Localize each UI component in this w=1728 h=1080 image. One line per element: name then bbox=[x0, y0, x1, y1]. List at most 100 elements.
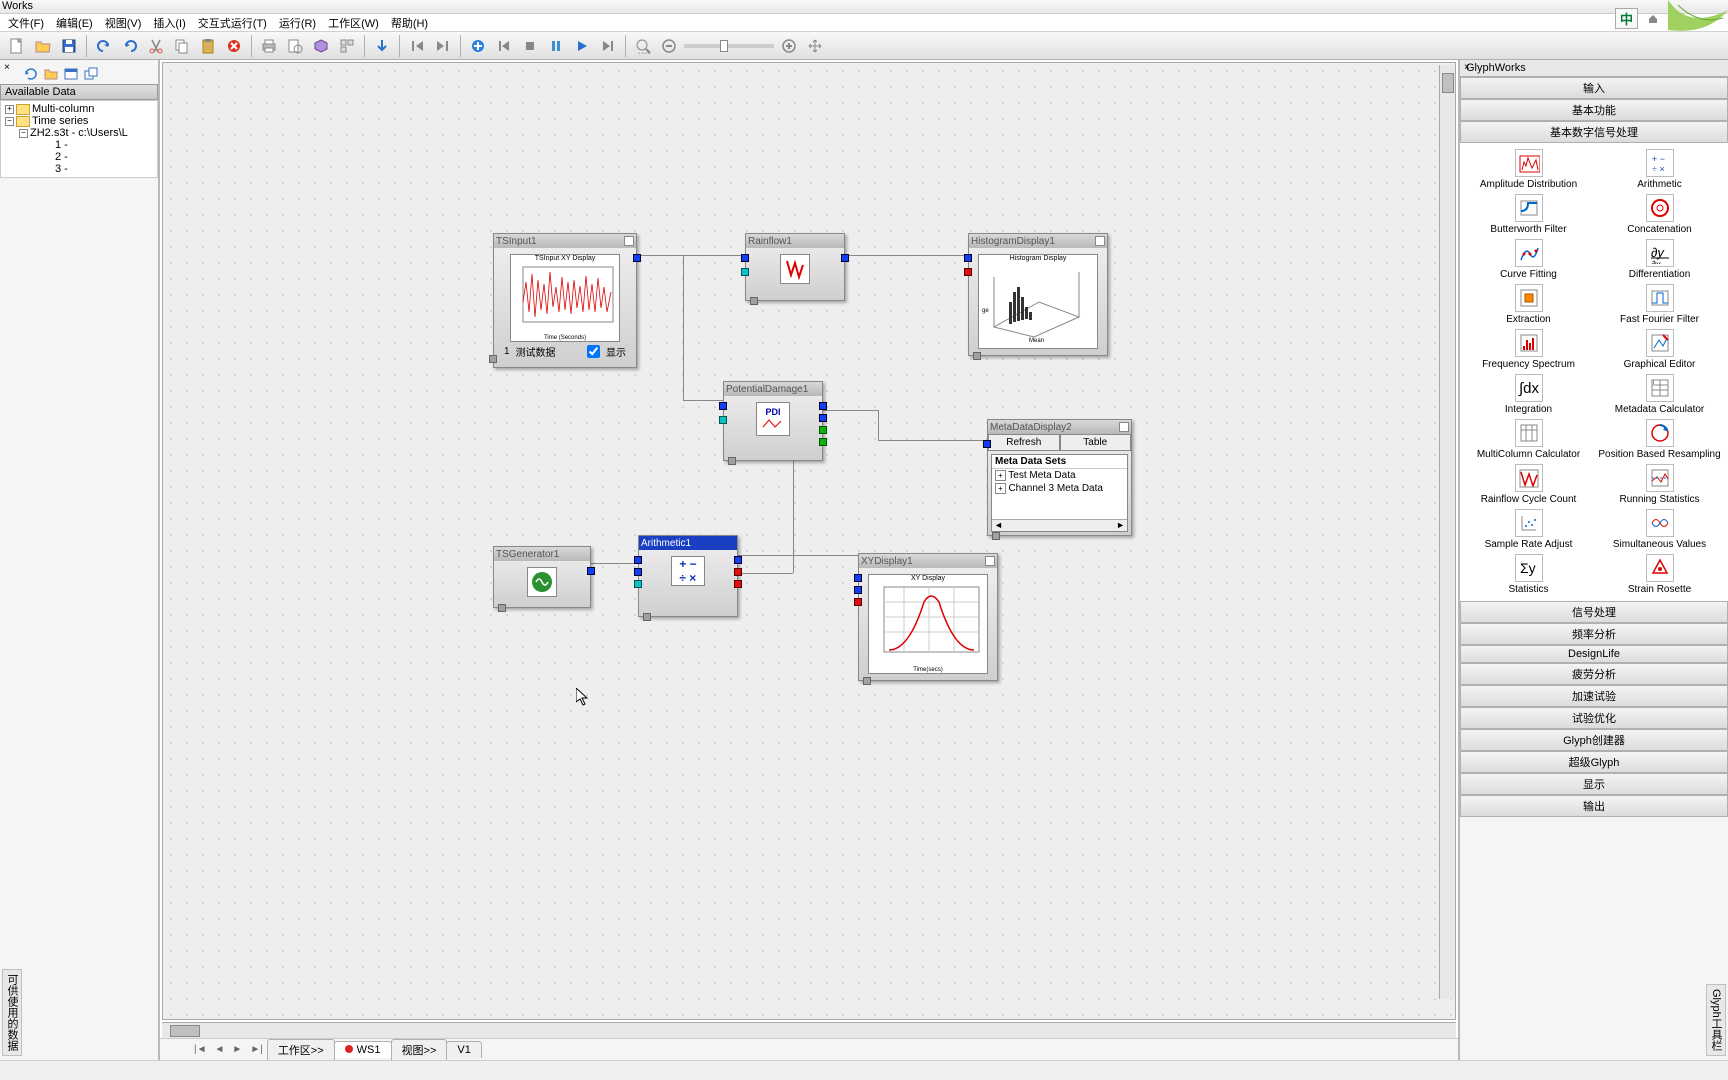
menu-workspace[interactable]: 工作区(W) bbox=[328, 15, 379, 31]
tool-graphical-editor[interactable]: Graphical Editor bbox=[1595, 329, 1724, 370]
menu-run[interactable]: 运行(R) bbox=[279, 15, 316, 31]
maximize-icon[interactable] bbox=[985, 556, 995, 566]
zoom-100-icon[interactable]: 100% bbox=[632, 35, 654, 57]
tab-nav-first[interactable]: |◄ bbox=[190, 1044, 211, 1055]
undo-icon[interactable] bbox=[93, 35, 115, 57]
canvas-hscroll[interactable] bbox=[162, 1022, 1456, 1038]
cat-basic[interactable]: 基本功能 bbox=[1460, 99, 1728, 121]
tab-nav-last[interactable]: ►| bbox=[246, 1044, 267, 1055]
stop-icon[interactable] bbox=[519, 35, 541, 57]
cat-optim[interactable]: 试验优化 bbox=[1460, 707, 1728, 729]
tab-nav-prev[interactable]: ◄ bbox=[211, 1044, 229, 1055]
cut-icon[interactable] bbox=[145, 35, 167, 57]
open-file-icon[interactable] bbox=[32, 35, 54, 57]
close-icon[interactable]: × bbox=[1464, 62, 1470, 73]
data-tree[interactable]: +Multi-column −Time series −ZH2.s3t - c:… bbox=[0, 100, 158, 178]
tool-simultaneous-values[interactable]: Simultaneous Values bbox=[1595, 509, 1724, 550]
add-icon[interactable] bbox=[467, 35, 489, 57]
step-forward-icon[interactable] bbox=[432, 35, 454, 57]
module-icon[interactable] bbox=[310, 35, 332, 57]
cat-display[interactable]: 显示 bbox=[1460, 773, 1728, 795]
skip-end-icon[interactable] bbox=[597, 35, 619, 57]
node-arithmetic1[interactable]: Arithmetic1 + −÷ × bbox=[638, 535, 738, 617]
node-metadatadisplay2[interactable]: MetaDataDisplay2 Refresh Table Meta Data… bbox=[987, 419, 1132, 536]
menu-file[interactable]: 文件(F) bbox=[8, 15, 44, 31]
menu-help[interactable]: 帮助(H) bbox=[391, 15, 428, 31]
tool-position-based-resampling[interactable]: Position Based Resampling bbox=[1595, 419, 1724, 460]
save-icon[interactable] bbox=[58, 35, 80, 57]
cat-super[interactable]: 超级Glyph bbox=[1460, 751, 1728, 773]
tool-integration[interactable]: ∫dxIntegration bbox=[1464, 374, 1593, 415]
node-histogramdisplay1[interactable]: HistogramDisplay1 Histogram Display bbox=[968, 233, 1108, 356]
workflow-canvas[interactable]: TSInput1 TSInput XY Display Time (Second… bbox=[162, 62, 1456, 1020]
refresh-button[interactable]: Refresh bbox=[988, 434, 1060, 451]
menu-edit[interactable]: 编辑(E) bbox=[56, 15, 93, 31]
tab-view-label[interactable]: 视图>> bbox=[391, 1039, 448, 1060]
cat-dsp[interactable]: 基本数字信号处理 bbox=[1460, 121, 1728, 143]
layout-icon[interactable] bbox=[336, 35, 358, 57]
menu-view[interactable]: 视图(V) bbox=[105, 15, 142, 31]
tab-v1[interactable]: V1 bbox=[446, 1041, 481, 1058]
windows-icon[interactable] bbox=[84, 67, 98, 81]
tool-multicolumn-calculator[interactable]: MultiColumn Calculator bbox=[1464, 419, 1593, 460]
display-checkbox[interactable] bbox=[587, 345, 600, 358]
maximize-icon[interactable] bbox=[1095, 236, 1105, 246]
cat-creator[interactable]: Glyph创建器 bbox=[1460, 729, 1728, 751]
zoom-out-icon[interactable] bbox=[658, 35, 680, 57]
paste-icon[interactable] bbox=[197, 35, 219, 57]
tool-amplitude-distribution[interactable]: Amplitude Distribution bbox=[1464, 149, 1593, 190]
play-icon[interactable] bbox=[571, 35, 593, 57]
scroll-h[interactable]: ◄► bbox=[992, 519, 1127, 531]
step-back-icon[interactable] bbox=[406, 35, 428, 57]
tab-nav-next[interactable]: ► bbox=[228, 1044, 246, 1055]
cat-signal[interactable]: 信号处理 bbox=[1460, 601, 1728, 623]
menu-insert[interactable]: 插入(I) bbox=[153, 15, 185, 31]
print-preview-icon[interactable] bbox=[284, 35, 306, 57]
maximize-icon[interactable] bbox=[1119, 422, 1129, 432]
tool-frequency-spectrum[interactable]: Frequency Spectrum bbox=[1464, 329, 1593, 370]
cat-input[interactable]: 输入 bbox=[1460, 77, 1728, 99]
node-rainflow1[interactable]: Rainflow1 bbox=[745, 233, 845, 301]
folder-icon[interactable] bbox=[44, 67, 58, 81]
pause-icon[interactable] bbox=[545, 35, 567, 57]
cat-fatigue[interactable]: 疲劳分析 bbox=[1460, 663, 1728, 685]
pan-icon[interactable] bbox=[804, 35, 826, 57]
tab-workspace-label[interactable]: 工作区>> bbox=[267, 1039, 335, 1060]
tool-arithmetic[interactable]: + −÷ ×Arithmetic bbox=[1595, 149, 1724, 190]
node-tsinput1[interactable]: TSInput1 TSInput XY Display Time (Second… bbox=[493, 233, 637, 368]
close-icon[interactable]: × bbox=[4, 62, 10, 73]
tool-fast-fourier-filter[interactable]: Fast Fourier Filter bbox=[1595, 284, 1724, 325]
cat-accel[interactable]: 加速试验 bbox=[1460, 685, 1728, 707]
tool-running-statistics[interactable]: Running Statistics bbox=[1595, 464, 1724, 505]
tool-strain-rosette[interactable]: Strain Rosette bbox=[1595, 554, 1724, 595]
canvas-vscroll[interactable] bbox=[1439, 65, 1455, 999]
maximize-icon[interactable] bbox=[624, 236, 634, 246]
zoom-in-icon[interactable] bbox=[778, 35, 800, 57]
tab-ws1[interactable]: WS1 bbox=[334, 1041, 392, 1058]
tool-concatenation[interactable]: Concatenation bbox=[1595, 194, 1724, 235]
tool-differentiation[interactable]: ∂y∂xDifferentiation bbox=[1595, 239, 1724, 280]
tool-butterworth-filter[interactable]: Butterworth Filter bbox=[1464, 194, 1593, 235]
node-tsgenerator1[interactable]: TSGenerator1 bbox=[493, 546, 591, 608]
zoom-slider[interactable] bbox=[684, 44, 774, 48]
tool-statistics[interactable]: ΣyStatistics bbox=[1464, 554, 1593, 595]
node-potentialdamage1[interactable]: PotentialDamage1 PDI bbox=[723, 381, 823, 461]
tool-metadata-calculator[interactable]: iMetadata Calculator bbox=[1595, 374, 1724, 415]
print-icon[interactable] bbox=[258, 35, 280, 57]
cat-output[interactable]: 输出 bbox=[1460, 795, 1728, 817]
copy-icon[interactable] bbox=[171, 35, 193, 57]
redo-icon[interactable] bbox=[119, 35, 141, 57]
window-icon[interactable] bbox=[64, 67, 78, 81]
node-xydisplay1[interactable]: XYDisplay1 XY Display Time(secs) bbox=[858, 553, 998, 681]
cat-design[interactable]: DesignLife bbox=[1460, 645, 1728, 663]
cat-freq[interactable]: 频率分析 bbox=[1460, 623, 1728, 645]
table-button[interactable]: Table bbox=[1060, 434, 1132, 451]
menu-interactive[interactable]: 交互式运行(T) bbox=[198, 15, 267, 31]
right-panel-tab[interactable]: Glyph工具栏 bbox=[1706, 984, 1726, 1056]
left-panel-tab[interactable]: 可供使用的数据 bbox=[2, 969, 22, 1056]
refresh-icon[interactable] bbox=[24, 67, 38, 81]
tool-rainflow-cycle-count[interactable]: Rainflow Cycle Count bbox=[1464, 464, 1593, 505]
tool-extraction[interactable]: Extraction bbox=[1464, 284, 1593, 325]
skip-start-icon[interactable] bbox=[493, 35, 515, 57]
delete-icon[interactable] bbox=[223, 35, 245, 57]
